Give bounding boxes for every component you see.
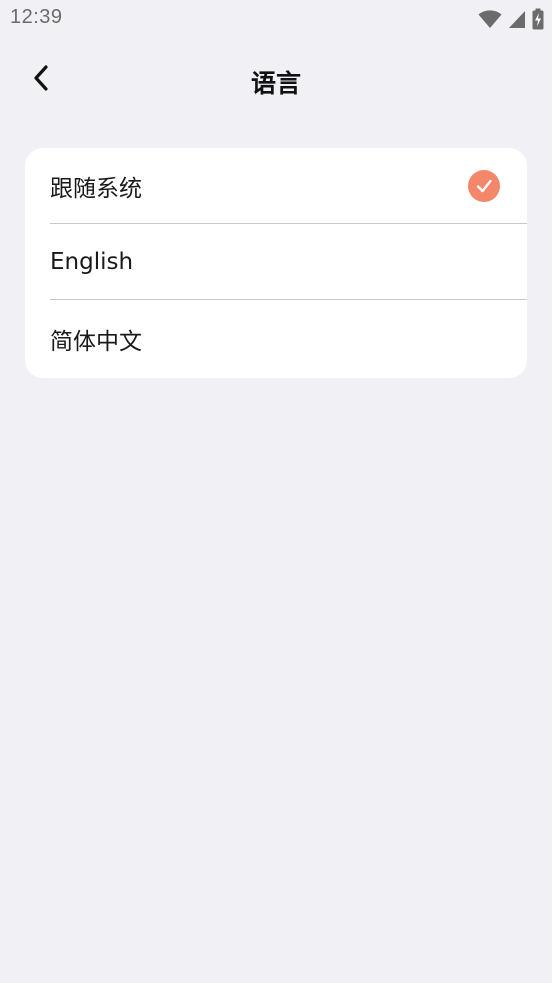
language-option-follow-system[interactable]: 跟随系统 [25,148,527,224]
checkmark-icon [468,170,500,202]
language-option-label: 跟随系统 [50,176,142,202]
cellular-signal-icon [508,9,526,33]
language-list: 跟随系统 English 简体中文 [25,148,527,378]
wifi-icon [478,9,502,33]
language-option-english[interactable]: English [25,224,527,300]
status-bar: 12:39 [0,0,552,38]
page-title: 语言 [250,69,301,98]
battery-charging-icon [532,8,544,34]
app-bar: 语言 [0,50,552,110]
language-option-label: 简体中文 [50,329,142,355]
language-option-label: English [50,249,134,275]
status-icons [478,8,544,34]
language-option-simplified-chinese[interactable]: 简体中文 [25,300,527,378]
status-time: 12:39 [10,6,63,28]
